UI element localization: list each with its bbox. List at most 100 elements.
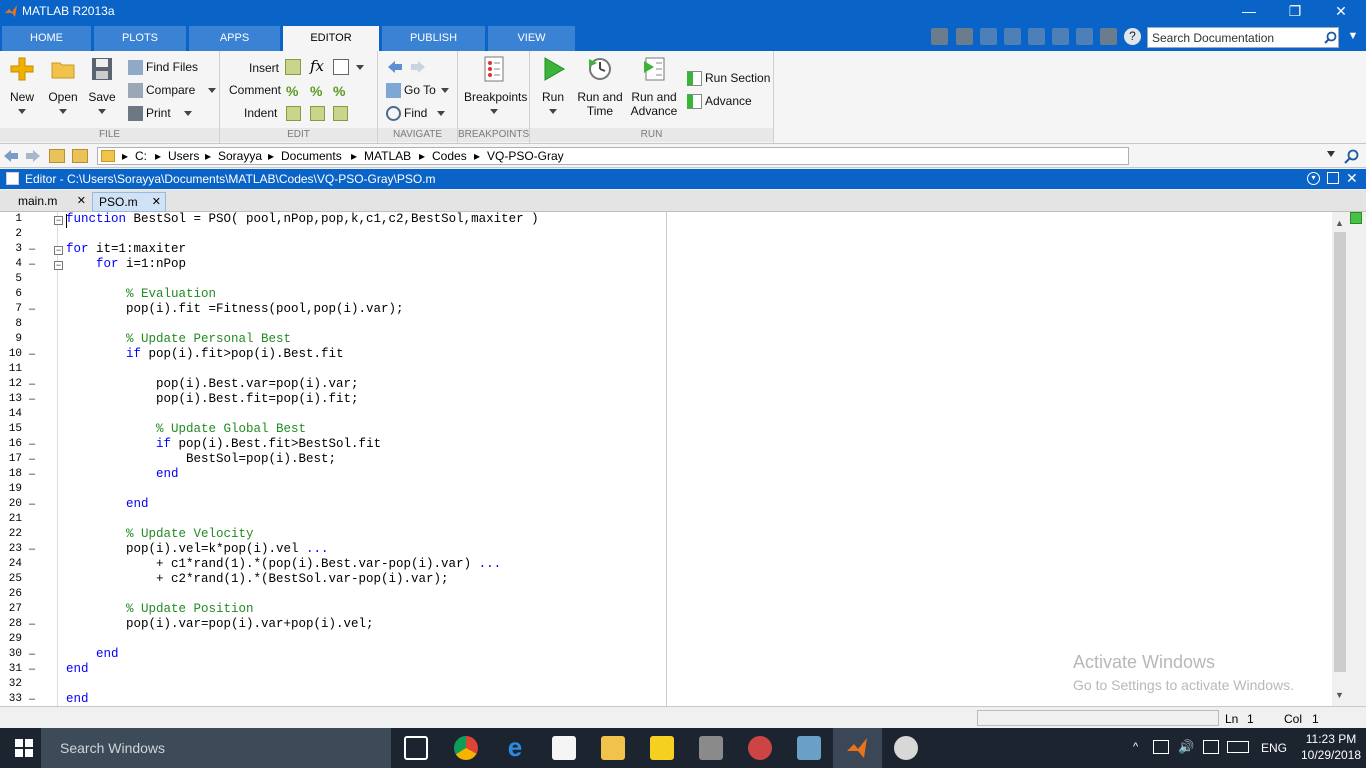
insert-section-icon[interactable] [285, 59, 301, 75]
run-and-advance-button[interactable]: Run and Advance [630, 55, 678, 118]
cut-icon[interactable] [980, 28, 997, 45]
help-icon[interactable]: ? [1124, 28, 1141, 45]
crumb-c[interactable]: C: [135, 149, 147, 163]
insert-button[interactable]: Insert [249, 61, 279, 75]
run-and-time-button[interactable]: Run and Time [576, 55, 624, 118]
snipping-tool-icon[interactable] [748, 736, 772, 760]
code-line[interactable]: % Update Global Best [66, 422, 306, 436]
maximize-icon[interactable]: ❐ [1272, 0, 1318, 23]
expand-toolstrip-icon[interactable]: ▼ [1345, 30, 1361, 46]
file-explorer-icon[interactable] [601, 736, 625, 760]
paint-icon[interactable] [894, 736, 918, 760]
find-button[interactable]: Find [386, 106, 446, 122]
crumb-users[interactable]: Users [168, 149, 199, 163]
address-dropdown-icon[interactable] [1327, 151, 1335, 157]
action-center-icon[interactable] [1203, 740, 1219, 754]
language-indicator[interactable]: ENG [1261, 741, 1287, 755]
save-quick-icon[interactable] [956, 28, 973, 45]
code-line[interactable]: end [66, 662, 89, 676]
switch-windows-icon[interactable] [1100, 28, 1117, 45]
breakpoint-marker[interactable]: – [29, 258, 35, 270]
run-section-button[interactable]: Run Section [687, 71, 770, 87]
store-icon[interactable] [552, 736, 576, 760]
redo-icon[interactable] [1076, 28, 1093, 45]
breakpoints-button[interactable]: Breakpoints [464, 55, 527, 118]
open-button[interactable]: Open [44, 55, 82, 118]
breakpoint-marker[interactable]: – [29, 378, 35, 390]
code-line[interactable]: end [66, 647, 119, 661]
code-line[interactable]: pop(i).fit =Fitness(pool,pop(i).var); [66, 302, 404, 316]
breakpoint-marker[interactable]: – [29, 438, 35, 450]
tab-publish[interactable]: PUBLISH [382, 26, 486, 51]
code-line[interactable]: for it=1:maxiter [66, 242, 186, 256]
task-view-icon[interactable] [404, 736, 428, 760]
code-line[interactable]: pop(i).var=pop(i).var+pop(i).vel; [66, 617, 374, 631]
insert-function-icon[interactable]: fx [310, 57, 324, 75]
breakpoint-marker[interactable]: – [29, 618, 35, 630]
smart-indent-icon[interactable] [286, 106, 301, 121]
search-icon[interactable] [1324, 31, 1337, 44]
comment-button[interactable]: Comment [229, 83, 281, 97]
keyboard-icon[interactable] [1227, 741, 1249, 753]
paste-icon[interactable] [1028, 28, 1045, 45]
comment-percent-icon[interactable]: % [286, 83, 298, 99]
code-line[interactable]: % Update Personal Best [66, 332, 291, 346]
find-files-button[interactable]: Find Files [128, 60, 198, 76]
breakpoint-marker[interactable]: – [29, 648, 35, 660]
breakpoint-marker[interactable]: – [29, 498, 35, 510]
code-line[interactable]: + c1*rand(1).*(pop(i).Best.var-pop(i).va… [66, 557, 501, 571]
back-arrow-icon[interactable] [386, 59, 404, 75]
vertical-scrollbar[interactable]: ▲ ▼ [1332, 212, 1348, 706]
crumb-matlab[interactable]: MATLAB [364, 149, 411, 163]
layout-icon[interactable] [931, 28, 948, 45]
compare-button[interactable]: Compare [128, 83, 217, 99]
breakpoint-marker[interactable]: – [29, 543, 35, 555]
decrease-indent-icon[interactable] [333, 106, 348, 121]
print-button[interactable]: Print [128, 106, 192, 122]
close-tab-icon[interactable]: ✕ [152, 193, 161, 212]
code-line[interactable]: end [66, 467, 179, 481]
forward-arrow-icon[interactable] [409, 59, 427, 75]
code-line[interactable]: if pop(i).fit>pop(i).Best.fit [66, 347, 344, 361]
edge-icon[interactable]: e [503, 734, 527, 760]
code-editor[interactable]: 1 2 3–4–5 6 7–8 9 10–11 12–13–14 15 16–17–18–19 20… [0, 212, 1334, 706]
run-button[interactable]: Run [536, 55, 570, 118]
increase-indent-icon[interactable] [310, 106, 325, 121]
close-editor-icon[interactable]: ✕ [1346, 170, 1358, 187]
undo-icon[interactable] [1052, 28, 1069, 45]
search-documentation-input[interactable]: Search Documentation [1147, 27, 1339, 48]
crumb-documents[interactable]: Documents [281, 149, 342, 163]
breakpoint-marker[interactable]: – [29, 348, 35, 360]
taskbar-search-box[interactable]: Search Windows [41, 728, 391, 768]
se-app-icon[interactable] [699, 736, 723, 760]
taskbar-clock[interactable]: 11:23 PM 10/29/2018 [1300, 731, 1362, 763]
new-button[interactable]: New [4, 55, 40, 118]
volume-icon[interactable]: 🔊 [1178, 739, 1194, 755]
breakpoint-marker[interactable]: – [29, 663, 35, 675]
folder-search-icon[interactable] [1344, 149, 1359, 164]
doc-tab-pso[interactable]: PSO.m ✕ [92, 192, 166, 212]
scroll-up-icon[interactable]: ▲ [1335, 218, 1344, 228]
insert-fx-box-icon[interactable] [333, 59, 349, 75]
tab-apps[interactable]: APPS [189, 26, 281, 51]
breakpoint-marker[interactable]: – [29, 303, 35, 315]
wrap-comment-icon[interactable]: % [333, 83, 345, 99]
code-line[interactable]: + c2*rand(1).*(BestSol.var-pop(i).var); [66, 572, 449, 586]
code-line[interactable]: % Update Position [66, 602, 254, 616]
code-line[interactable]: BestSol=pop(i).Best; [66, 452, 336, 466]
editor-actions-icon[interactable]: ▾ [1307, 172, 1320, 185]
minimize-icon[interactable]: — [1226, 0, 1272, 23]
code-line[interactable]: % Evaluation [66, 287, 216, 301]
player-icon[interactable] [650, 736, 674, 760]
save-button[interactable]: Save [84, 55, 120, 118]
copy-icon[interactable] [1004, 28, 1021, 45]
chrome-icon[interactable] [454, 736, 478, 760]
breakpoint-marker[interactable]: – [29, 468, 35, 480]
code-line[interactable]: end [66, 692, 89, 706]
show-hidden-icons[interactable]: ^ [1133, 741, 1138, 753]
scrollbar-thumb[interactable] [1334, 232, 1346, 672]
up-folder-icon[interactable] [49, 149, 65, 163]
scroll-down-icon[interactable]: ▼ [1335, 690, 1344, 700]
code-line[interactable]: function BestSol = PSO( pool,nPop,pop,k,… [66, 212, 539, 226]
forward-icon[interactable] [25, 149, 41, 163]
